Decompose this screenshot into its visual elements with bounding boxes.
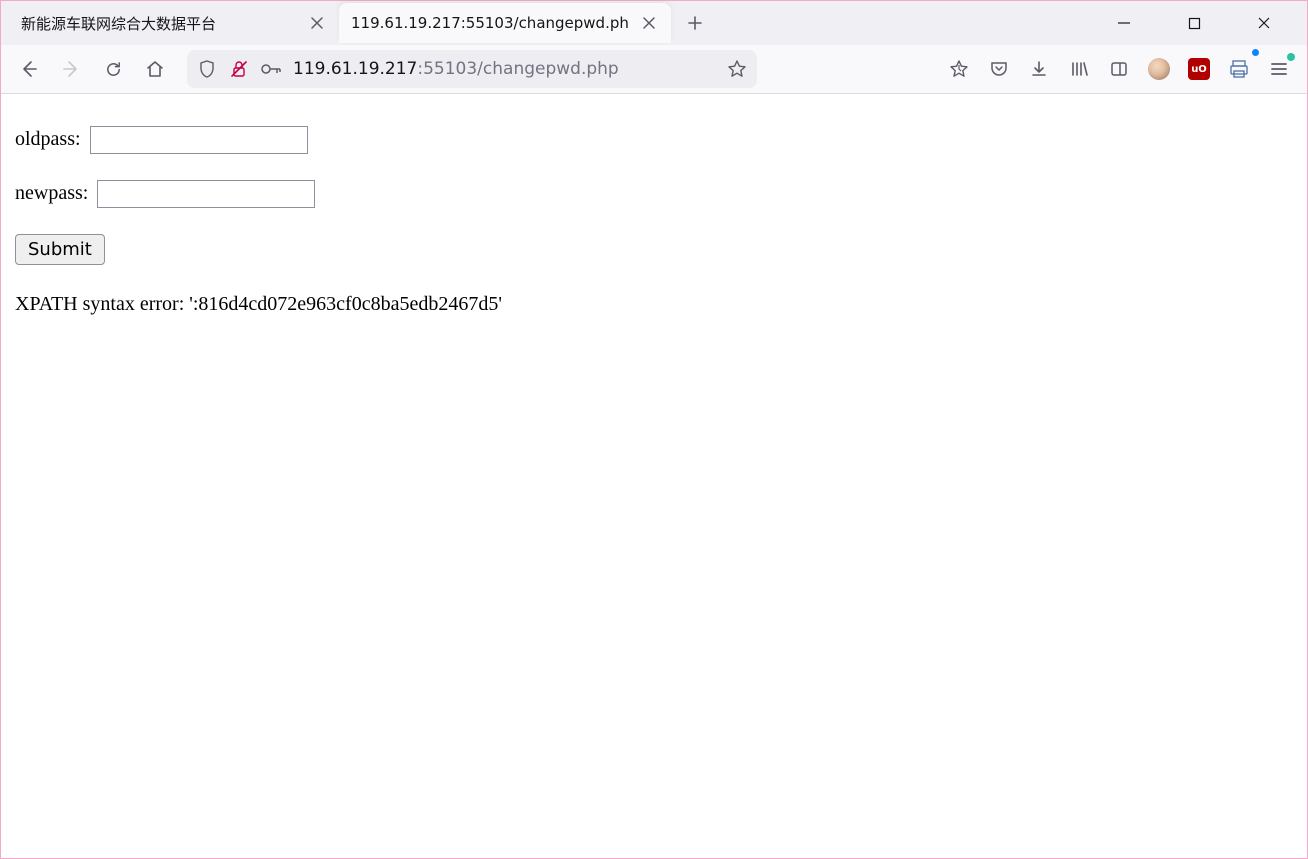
- url-path: :55103/changepwd.php: [417, 59, 618, 79]
- newpass-label: newpass:: [15, 182, 88, 204]
- back-button[interactable]: [11, 51, 47, 87]
- page-content: oldpass: newpass: Submit XPATH syntax er…: [1, 94, 1307, 334]
- extension-avatar-icon[interactable]: [1141, 51, 1177, 87]
- oldpass-label: oldpass:: [15, 128, 81, 150]
- key-icon[interactable]: [257, 55, 285, 83]
- tab-strip: 新能源车联网综合大数据平台 119.61.19.217:55103/change…: [1, 1, 1307, 45]
- error-message: XPATH syntax error: ':816d4cd072e963cf0c…: [15, 293, 1293, 316]
- url-host: 119.61.19.217: [293, 59, 417, 79]
- minimize-button[interactable]: [1101, 3, 1147, 43]
- browser-chrome: 新能源车联网综合大数据平台 119.61.19.217:55103/change…: [1, 1, 1307, 94]
- close-icon[interactable]: [639, 13, 659, 33]
- sidebar-button[interactable]: [1101, 51, 1137, 87]
- tab-title: 119.61.19.217:55103/changepwd.ph: [351, 14, 629, 32]
- submit-button[interactable]: Submit: [15, 234, 105, 265]
- pocket-button[interactable]: [981, 51, 1017, 87]
- tab-active[interactable]: 119.61.19.217:55103/changepwd.ph: [339, 3, 671, 43]
- extensions-button[interactable]: [941, 51, 977, 87]
- app-menu-button[interactable]: [1261, 51, 1297, 87]
- close-icon[interactable]: [307, 13, 327, 33]
- reload-button[interactable]: [95, 51, 131, 87]
- home-button[interactable]: [137, 51, 173, 87]
- forward-button[interactable]: [53, 51, 89, 87]
- tab-inactive[interactable]: 新能源车联网综合大数据平台: [9, 3, 339, 43]
- library-button[interactable]: [1061, 51, 1097, 87]
- bookmark-star-icon[interactable]: [723, 55, 751, 83]
- maximize-button[interactable]: [1171, 3, 1217, 43]
- newpass-input[interactable]: [97, 180, 315, 208]
- new-tab-button[interactable]: [677, 5, 713, 41]
- tab-title: 新能源车联网综合大数据平台: [21, 13, 297, 34]
- newpass-row: newpass:: [15, 180, 1293, 208]
- close-window-button[interactable]: [1241, 3, 1287, 43]
- window-controls: [1101, 3, 1299, 43]
- url-text[interactable]: 119.61.19.217:55103/changepwd.php: [289, 59, 719, 79]
- oldpass-row: oldpass:: [15, 126, 1293, 154]
- oldpass-input[interactable]: [90, 126, 308, 154]
- print-button[interactable]: [1221, 51, 1257, 87]
- url-bar[interactable]: 119.61.19.217:55103/changepwd.php: [187, 50, 757, 88]
- toolbar-right: uO: [941, 51, 1297, 87]
- downloads-button[interactable]: [1021, 51, 1057, 87]
- ublock-icon[interactable]: uO: [1181, 51, 1217, 87]
- lock-insecure-icon[interactable]: [225, 55, 253, 83]
- toolbar: 119.61.19.217:55103/changepwd.php: [1, 45, 1307, 93]
- shield-icon[interactable]: [193, 55, 221, 83]
